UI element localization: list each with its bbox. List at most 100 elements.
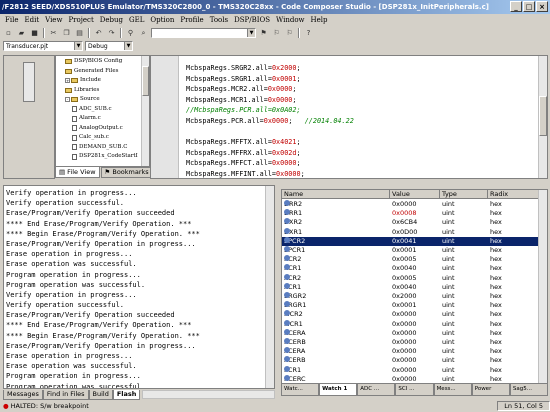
code-line[interactable]: McbspaRegs.SRGR1.all=0x0001; <box>186 74 354 85</box>
menu-dspbios[interactable]: DSP/BIOS <box>231 16 273 24</box>
paste-icon[interactable]: ▤ <box>74 28 85 38</box>
chevron-down-icon[interactable]: ▼ <box>247 29 255 37</box>
watch-row[interactable]: MCR1 0x0000 uint hex <box>282 319 540 329</box>
output-hscrollbar[interactable] <box>142 390 275 399</box>
open-folder-icon[interactable]: ▰ <box>16 28 27 38</box>
tree-item[interactable]: DSP/BIOS Config <box>58 57 149 67</box>
tab-flash[interactable]: Flash <box>112 389 141 400</box>
prev-bookmark-icon[interactable]: ⚐ <box>284 28 295 38</box>
tab-find-in-files[interactable]: Find in Files <box>42 389 89 400</box>
menu-project[interactable]: Project <box>65 16 96 24</box>
menu-tools[interactable]: Tools <box>207 16 231 24</box>
tab-messages[interactable]: Messages <box>3 389 43 400</box>
help-icon[interactable]: ? <box>303 28 314 38</box>
menu-file[interactable]: File <box>2 16 21 24</box>
scrollbar-thumb[interactable] <box>539 96 547 136</box>
tree-item[interactable]: ADC_SUB.c <box>58 105 149 115</box>
code-line[interactable] <box>186 127 354 138</box>
chevron-down-icon[interactable]: ▼ <box>124 42 132 50</box>
watch-tab[interactable]: ADC ... <box>357 384 396 396</box>
tab-file-view[interactable]: ▤ File View <box>55 167 100 178</box>
tree-item[interactable]: Calc_sub.c <box>58 133 149 143</box>
menu-gel[interactable]: GEL <box>126 16 147 24</box>
watch-row[interactable]: MCR2 0x0000 uint hex <box>282 310 540 319</box>
menu-profile[interactable]: Profile <box>177 16 206 24</box>
expand-icon[interactable]: + <box>65 78 70 84</box>
menu-view[interactable]: View <box>42 16 65 24</box>
watch-row[interactable]: RCERC 0x0000 uint hex <box>282 374 540 383</box>
find-next-icon[interactable]: ⌕ <box>138 28 149 38</box>
code-line[interactable]: McbspaRegs.MFFRX.all=0x002d; <box>186 148 354 159</box>
bookmark-icon[interactable]: ⚑ <box>258 28 269 38</box>
cut-icon[interactable]: ✂ <box>48 28 59 38</box>
tree-item[interactable]: Libraries <box>58 86 149 96</box>
watch-scrollbar[interactable] <box>538 190 547 383</box>
project-select[interactable]: Transducer.pjt ▼ <box>3 41 83 51</box>
tree-item[interactable]: + Include <box>58 76 149 86</box>
watch-tab[interactable]: Watc... <box>281 384 320 396</box>
menu-help[interactable]: Help <box>308 16 331 24</box>
watch-row[interactable]: RCERB 0x0000 uint hex <box>282 338 540 347</box>
watch-tab[interactable]: Mess... <box>433 384 472 396</box>
tree-item[interactable]: Alarm.c <box>58 114 149 124</box>
watch-row[interactable]: DXR2 0x6CB4 uint hex <box>282 218 540 227</box>
code-line[interactable]: McbspaRegs.PCR.all=0x0000; //2014.04.22 <box>186 116 354 127</box>
code-line[interactable]: McbspaRegs.MFFCT.all=0x0000; <box>186 158 354 169</box>
watch-row[interactable]: XCERA 0x0000 uint hex <box>282 347 540 356</box>
tree-item[interactable]: Generated Files <box>58 67 149 77</box>
copy-icon[interactable]: ❐ <box>61 28 72 38</box>
tree-item[interactable]: DEMAND_SUB.C <box>58 143 149 153</box>
watch-tab[interactable]: Sag5... <box>509 384 548 396</box>
menu-window[interactable]: Window <box>273 16 308 24</box>
config-select[interactable]: Debug ▼ <box>85 41 133 51</box>
menu-debug[interactable]: Debug <box>97 16 126 24</box>
editor-scrollbar[interactable] <box>538 56 547 178</box>
tab-bookmarks[interactable]: ⚑ Bookmarks <box>100 167 153 178</box>
watch-tab[interactable]: Watch 1 <box>319 384 358 396</box>
column-header-value[interactable]: Value <box>390 190 440 199</box>
code-text[interactable]: McbspaRegs.SRGR2.all=0x2000; McbspaRegs.S… <box>186 63 354 178</box>
watch-row[interactable]: DRR2 0x0000 uint hex <box>282 200 540 209</box>
code-line[interactable]: McbspaRegs.MCR1.all=0x0000; <box>186 95 354 106</box>
watch-tab[interactable]: Power <box>471 384 510 396</box>
watch-row[interactable]: SRGR1 0x0001 uint hex <box>282 301 540 310</box>
watch-row[interactable]: RCR1 0x0040 uint hex <box>282 264 540 273</box>
new-file-icon[interactable]: ▫ <box>3 28 14 38</box>
minimize-button[interactable]: _ <box>510 1 522 12</box>
column-header-radix[interactable]: Radix <box>488 190 540 199</box>
collapse-icon[interactable]: - <box>65 97 70 103</box>
code-line[interactable]: //McbspaRegs.PCR.all=0x0A02; <box>186 105 354 116</box>
scrollbar-thumb[interactable] <box>142 66 149 96</box>
output-scrollbar[interactable] <box>265 186 274 388</box>
save-icon[interactable]: ■ <box>29 28 40 38</box>
watch-row[interactable]: XCR2 0x0005 uint hex <box>282 273 540 283</box>
watch-row[interactable]: DRR1 0x0008 uint hex <box>282 209 540 218</box>
code-editor[interactable]: McbspaRegs.SRGR2.all=0x2000; McbspaRegs.S… <box>150 55 548 179</box>
search-combo[interactable]: ▼ <box>151 28 256 38</box>
redo-icon[interactable]: ↷ <box>106 28 117 38</box>
tab-build[interactable]: Build <box>88 389 113 400</box>
code-line[interactable]: McbspaRegs.MCR2.all=0x0000; <box>186 84 354 95</box>
find-icon[interactable]: ⚲ <box>125 28 136 38</box>
watch-row[interactable]: SPCR2 0x0041 uint hex <box>282 236 540 246</box>
tree-scrollbar[interactable] <box>141 56 149 166</box>
watch-row[interactable]: PCR1 0x0000 uint hex <box>282 365 540 375</box>
watch-row[interactable]: RCR2 0x0005 uint hex <box>282 255 540 264</box>
watch-row[interactable]: SPCR1 0x0001 uint hex <box>282 246 540 255</box>
column-header-type[interactable]: Type <box>440 190 488 199</box>
tree-item[interactable]: - Source <box>58 95 149 105</box>
code-line[interactable]: McbspaRegs.SRGR2.all=0x2000; <box>186 63 354 74</box>
watch-row[interactable]: SRGR2 0x2000 uint hex <box>282 292 540 301</box>
chevron-down-icon[interactable]: ▼ <box>74 42 82 50</box>
next-bookmark-icon[interactable]: ⚐ <box>271 28 282 38</box>
column-header-name[interactable]: Name <box>282 190 390 199</box>
maximize-button[interactable]: □ <box>523 1 535 12</box>
close-button[interactable]: × <box>536 1 548 12</box>
menu-option[interactable]: Option <box>147 16 177 24</box>
code-line[interactable]: McbspaRegs.MFFTX.all=0x4021; <box>186 137 354 148</box>
code-line[interactable]: McbspaRegs.MFFINT.all=0x0000; <box>186 169 354 178</box>
watch-row[interactable]: DXR1 0x0D00 uint hex <box>282 227 540 237</box>
watch-tab[interactable]: SCI ... <box>395 384 434 396</box>
watch-row[interactable]: RCERA 0x0000 uint hex <box>282 328 540 338</box>
undo-icon[interactable]: ↶ <box>93 28 104 38</box>
